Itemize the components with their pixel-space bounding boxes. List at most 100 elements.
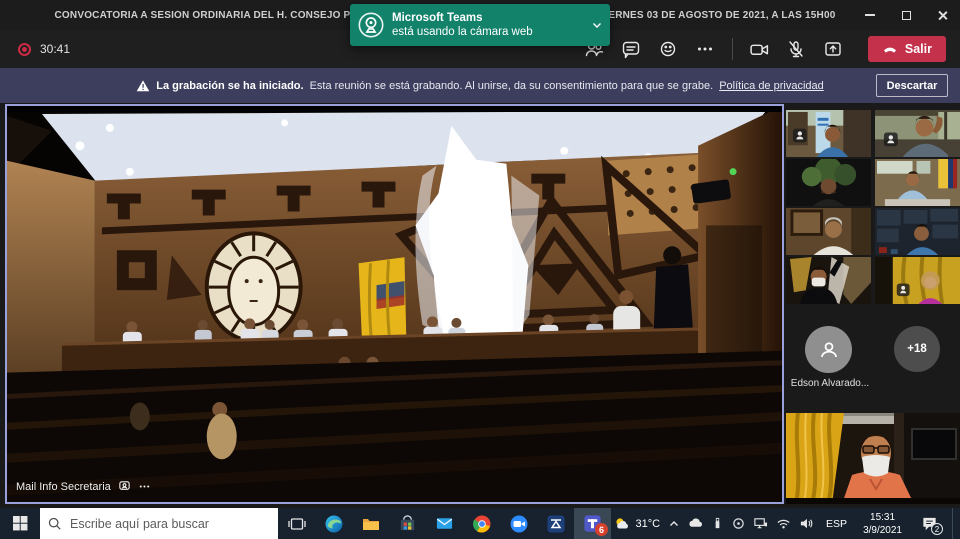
leave-button[interactable]: Salir	[868, 36, 946, 62]
pin-badge-icon	[884, 133, 898, 147]
share-button[interactable]	[815, 30, 852, 68]
volume-tray-button[interactable]	[799, 516, 814, 531]
stage-participant-label: Mail Info Secretaria	[16, 480, 151, 493]
video-feed	[786, 413, 960, 504]
warning-icon	[136, 79, 150, 93]
maximize-icon	[902, 11, 911, 20]
windows-logo-icon	[13, 516, 28, 531]
notification-badge: 2	[931, 523, 943, 535]
hangup-icon	[882, 41, 898, 57]
video-feed	[786, 257, 871, 304]
pin-icon	[118, 480, 131, 493]
toast-app-name: Microsoft Teams	[392, 11, 584, 25]
taskbar: 6 31°C	[0, 508, 960, 539]
pin-badge-icon	[793, 129, 807, 143]
camera-toast: Microsoft Teams está usando la cámara we…	[350, 4, 610, 46]
reactions-button[interactable]	[650, 30, 687, 68]
camera-icon	[749, 39, 770, 60]
more-icon	[695, 39, 715, 59]
person-icon	[816, 337, 842, 363]
toast-text: Microsoft Teams está usando la cámara we…	[392, 11, 584, 40]
usb-tray-button[interactable]	[711, 517, 724, 530]
webcam-icon	[350, 11, 392, 39]
mail-button[interactable]	[426, 508, 463, 539]
reaction-smiley-icon	[658, 39, 678, 59]
minimize-button[interactable]	[852, 0, 888, 30]
participant-video-2[interactable]	[875, 110, 960, 157]
store-button[interactable]	[389, 508, 426, 539]
close-icon	[937, 10, 948, 21]
share-screen-icon	[823, 39, 843, 59]
microphone-button[interactable]	[778, 30, 815, 68]
toast-expand-button[interactable]	[584, 19, 610, 31]
participant-video-8[interactable]	[875, 257, 960, 304]
banner-body: Esta reunión se está grabando. Al unirse…	[310, 80, 714, 92]
leave-label: Salir	[905, 42, 932, 56]
participant-name: Edson Alvarado...	[780, 378, 880, 389]
privacy-policy-link[interactable]: Política de privacidad	[719, 80, 824, 92]
participant-video-6[interactable]	[875, 208, 960, 255]
wifi-tray-button[interactable]	[776, 516, 791, 531]
zoom-app-button[interactable]	[500, 508, 537, 539]
task-view-button[interactable]	[278, 508, 315, 539]
sync-icon	[732, 517, 745, 530]
chevron-down-icon	[591, 19, 603, 31]
maximize-button[interactable]	[888, 0, 924, 30]
participant-video-1[interactable]	[786, 110, 871, 157]
video-feed	[875, 208, 960, 255]
system-tray: 31°C ESP 15	[614, 508, 960, 539]
video-feed	[786, 159, 871, 206]
wifi-icon	[776, 516, 791, 531]
stage-video-feed	[7, 106, 782, 502]
scanner-app-button[interactable]	[537, 508, 574, 539]
file-explorer-button[interactable]	[352, 508, 389, 539]
edge-button[interactable]	[315, 508, 352, 539]
camera-button[interactable]	[741, 30, 778, 68]
more-icon[interactable]	[138, 480, 151, 493]
window-controls	[852, 0, 960, 30]
video-feed	[875, 110, 960, 157]
video-feed	[875, 159, 960, 206]
search-icon	[48, 517, 62, 531]
participant-video-5[interactable]	[786, 208, 871, 255]
start-button[interactable]	[0, 508, 40, 539]
dismiss-button[interactable]: Descartar	[876, 74, 948, 97]
language-indicator[interactable]: ESP	[822, 518, 851, 530]
clock[interactable]: 15:31 3/9/2021	[859, 511, 906, 537]
show-desktop-button[interactable]	[952, 508, 956, 539]
clock-date: 3/9/2021	[863, 524, 902, 537]
tray-expand-button[interactable]	[668, 518, 680, 530]
chat-icon	[621, 39, 641, 59]
teams-meeting-window: CONVOCATORIA A SESIÓN ORDINARIA DEL H. C…	[0, 0, 960, 539]
chrome-button[interactable]	[463, 508, 500, 539]
folder-icon	[361, 514, 381, 534]
action-center-button[interactable]: 2	[914, 508, 944, 539]
sync-tray-button[interactable]	[732, 517, 745, 530]
close-button[interactable]	[924, 0, 960, 30]
participant-video-7[interactable]	[786, 257, 871, 304]
participant-avatar-tile[interactable]: Edson Alvarado...	[786, 306, 871, 406]
toolbar-divider	[732, 38, 733, 60]
participant-video-4[interactable]	[875, 159, 960, 206]
banner-title: La grabación se ha iniciado.	[156, 80, 303, 92]
minimize-icon	[865, 14, 875, 16]
main-video[interactable]: Mail Info Secretaria	[5, 104, 784, 504]
video-feed	[786, 110, 871, 157]
teams-app-button[interactable]: 6	[574, 508, 611, 539]
scanner-app-icon	[546, 514, 566, 534]
ethernet-tray-button[interactable]	[753, 516, 768, 531]
clock-time: 15:31	[863, 511, 902, 524]
more-options-button[interactable]	[687, 30, 724, 68]
stage-participant-name: Mail Info Secretaria	[16, 481, 111, 493]
weather-widget[interactable]: 31°C	[614, 516, 660, 532]
search-input[interactable]	[70, 517, 270, 531]
chat-button[interactable]	[613, 30, 650, 68]
edge-icon	[324, 514, 344, 534]
sun-cloud-icon	[614, 516, 630, 532]
pin-badge-icon	[897, 283, 910, 296]
participant-video-3[interactable]	[786, 159, 871, 206]
taskbar-search[interactable]	[40, 508, 278, 539]
onedrive-tray-button[interactable]	[688, 516, 703, 531]
self-video[interactable]	[786, 413, 960, 504]
more-participants-button[interactable]: +18	[894, 326, 940, 372]
